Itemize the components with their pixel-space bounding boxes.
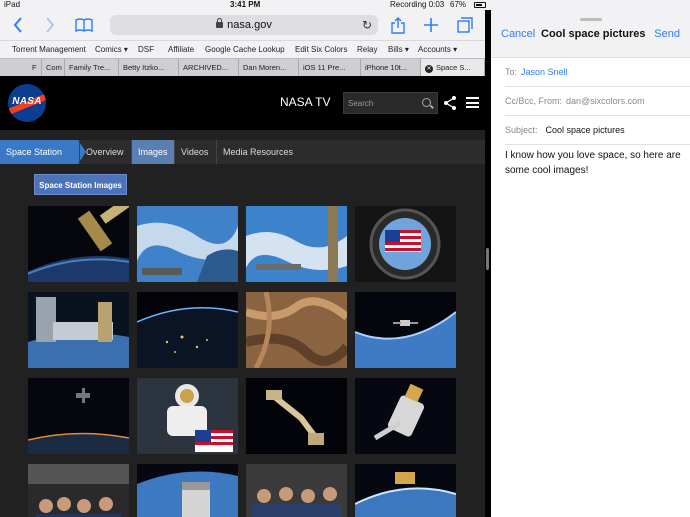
browser-tab[interactable]: ARCHIVED...	[179, 59, 239, 76]
browser-tab[interactable]: Com	[42, 59, 65, 76]
tab-bar: F Com Family Tre... Betty Itzko... ARCHI…	[0, 58, 485, 76]
gallery-thumbnail[interactable]	[28, 206, 129, 282]
subnav-tab-images[interactable]: Images	[131, 140, 174, 164]
cancel-button[interactable]: Cancel	[501, 28, 535, 40]
new-tab-icon[interactable]	[423, 14, 439, 36]
bookmark-item[interactable]: Bills ▾	[388, 41, 409, 59]
nasa-logo[interactable]: NASA	[8, 84, 46, 122]
to-label: To:	[505, 67, 518, 77]
forward-icon[interactable]	[42, 14, 58, 36]
url-text: nasa.gov	[227, 19, 272, 31]
bookmark-item[interactable]: Edit Six Colors	[295, 41, 347, 59]
mail-compose-window: Cancel Cool space pictures Send To: Jason…	[491, 10, 690, 517]
browser-tab[interactable]: F	[28, 59, 42, 76]
bookmarks-bar: Torrent Management Comics ▾ DSF Affiliat…	[0, 40, 485, 58]
to-recipient[interactable]: Jason Snell	[521, 67, 568, 77]
bookmark-item[interactable]: Google Cache Lookup	[205, 41, 285, 59]
gallery-thumbnail[interactable]	[246, 292, 347, 368]
browser-tab[interactable]: iPhone 10t...	[361, 59, 421, 76]
subnav-section-title[interactable]: Space Station	[0, 140, 86, 164]
compose-title: Cool space pictures	[541, 28, 646, 40]
subject-field[interactable]: Subject: Cool space pictures	[505, 116, 690, 145]
gallery-thumbnail[interactable]	[246, 378, 347, 454]
gallery-thumbnail[interactable]	[28, 292, 129, 368]
cc-bcc-from-label: Cc/Bcc, From:	[505, 96, 563, 106]
gallery-thumbnail[interactable]	[246, 464, 347, 517]
status-bar: iPad 3:41 PM Recording 0:03 67%	[0, 0, 690, 10]
share-icon[interactable]	[390, 14, 406, 36]
cc-bcc-from-field[interactable]: Cc/Bcc, From: dan@sixcolors.com	[505, 87, 690, 116]
section-subnav: Space Station Overview Images Videos Med…	[0, 140, 485, 164]
search-input[interactable]	[348, 93, 420, 113]
nasa-header: NASA NASA TV	[0, 76, 485, 130]
recording-indicator: Recording 0:03	[390, 0, 445, 9]
reload-icon[interactable]: ↻	[362, 15, 372, 35]
close-tab-icon[interactable]: ✕	[425, 65, 433, 73]
lock-icon	[216, 18, 224, 28]
gallery-thumbnail[interactable]	[28, 378, 129, 454]
browser-tab-active[interactable]: ✕ Space S...	[421, 59, 485, 76]
gallery-thumbnail[interactable]	[246, 206, 347, 282]
gallery-thumbnail[interactable]	[137, 378, 238, 454]
device-label: iPad	[4, 0, 21, 9]
browser-tab[interactable]: Betty Itzko...	[119, 59, 179, 76]
subnav-tab-videos[interactable]: Videos	[174, 140, 214, 164]
nasa-logo-text: NASA	[12, 96, 42, 107]
status-time: 3:41 PM	[230, 0, 261, 9]
bookmark-item[interactable]: Accounts ▾	[418, 41, 457, 59]
gallery-thumbnail[interactable]	[137, 292, 238, 368]
browser-tab[interactable]: iOS 11 Pre...	[299, 59, 361, 76]
from-address: dan@sixcolors.com	[566, 96, 645, 106]
battery-percent: 67%	[450, 0, 467, 9]
safari-toolbar: nasa.gov ↻	[0, 10, 485, 40]
gallery-thumbnail[interactable]	[28, 464, 129, 517]
bookmark-item[interactable]: Comics ▾	[95, 41, 128, 59]
bookmark-item[interactable]: DSF	[138, 41, 154, 59]
to-field[interactable]: To: Jason Snell	[505, 58, 690, 87]
browser-tab[interactable]: Dan Moren...	[239, 59, 299, 76]
address-bar[interactable]: nasa.gov ↻	[110, 15, 378, 35]
menu-icon[interactable]	[466, 97, 479, 108]
nasa-share-icon[interactable]	[444, 96, 456, 110]
gallery-thumbnail[interactable]	[355, 464, 456, 517]
nasa-page: NASA NASA TV Space Station Overview Imag…	[0, 76, 485, 517]
mail-compose-header: Cancel Cool space pictures Send	[491, 10, 690, 58]
search-box	[343, 92, 438, 114]
gallery-thumbnail[interactable]	[137, 206, 238, 282]
bookmark-item[interactable]: Torrent Management	[12, 41, 86, 59]
slide-over-grabber[interactable]	[580, 18, 602, 21]
browser-tab[interactable]: Family Tre...	[65, 59, 119, 76]
split-view-handle[interactable]	[486, 248, 489, 270]
bookmarks-icon[interactable]	[74, 14, 94, 36]
subnav-tab-media-resources[interactable]: Media Resources	[216, 140, 299, 164]
back-icon[interactable]	[10, 14, 26, 36]
screen: iPad 3:41 PM Recording 0:03 67% nasa.gov…	[0, 0, 690, 517]
bookmark-item[interactable]: Affiliate	[168, 41, 194, 59]
gallery-thumbnail[interactable]	[355, 206, 456, 282]
battery-icon	[474, 2, 486, 8]
message-body[interactable]: I know how you love space, so here are s…	[505, 148, 685, 178]
gallery-thumbnail[interactable]	[355, 378, 456, 454]
subject-value: Cool space pictures	[545, 125, 625, 135]
nasa-tv-link[interactable]: NASA TV	[280, 95, 330, 109]
space-station-images-button[interactable]: Space Station Images	[34, 174, 127, 195]
subnav-tab-overview[interactable]: Overview	[79, 140, 130, 164]
search-icon[interactable]	[422, 98, 431, 107]
send-button[interactable]: Send	[654, 28, 680, 40]
subject-label: Subject:	[505, 125, 538, 135]
bookmark-item[interactable]: Relay	[357, 41, 377, 59]
gallery-thumbnail[interactable]	[137, 464, 238, 517]
gallery-thumbnail[interactable]	[355, 292, 456, 368]
tabs-icon[interactable]	[456, 14, 474, 36]
safari-window: nasa.gov ↻ Torrent Management Comics ▾ D…	[0, 10, 485, 517]
